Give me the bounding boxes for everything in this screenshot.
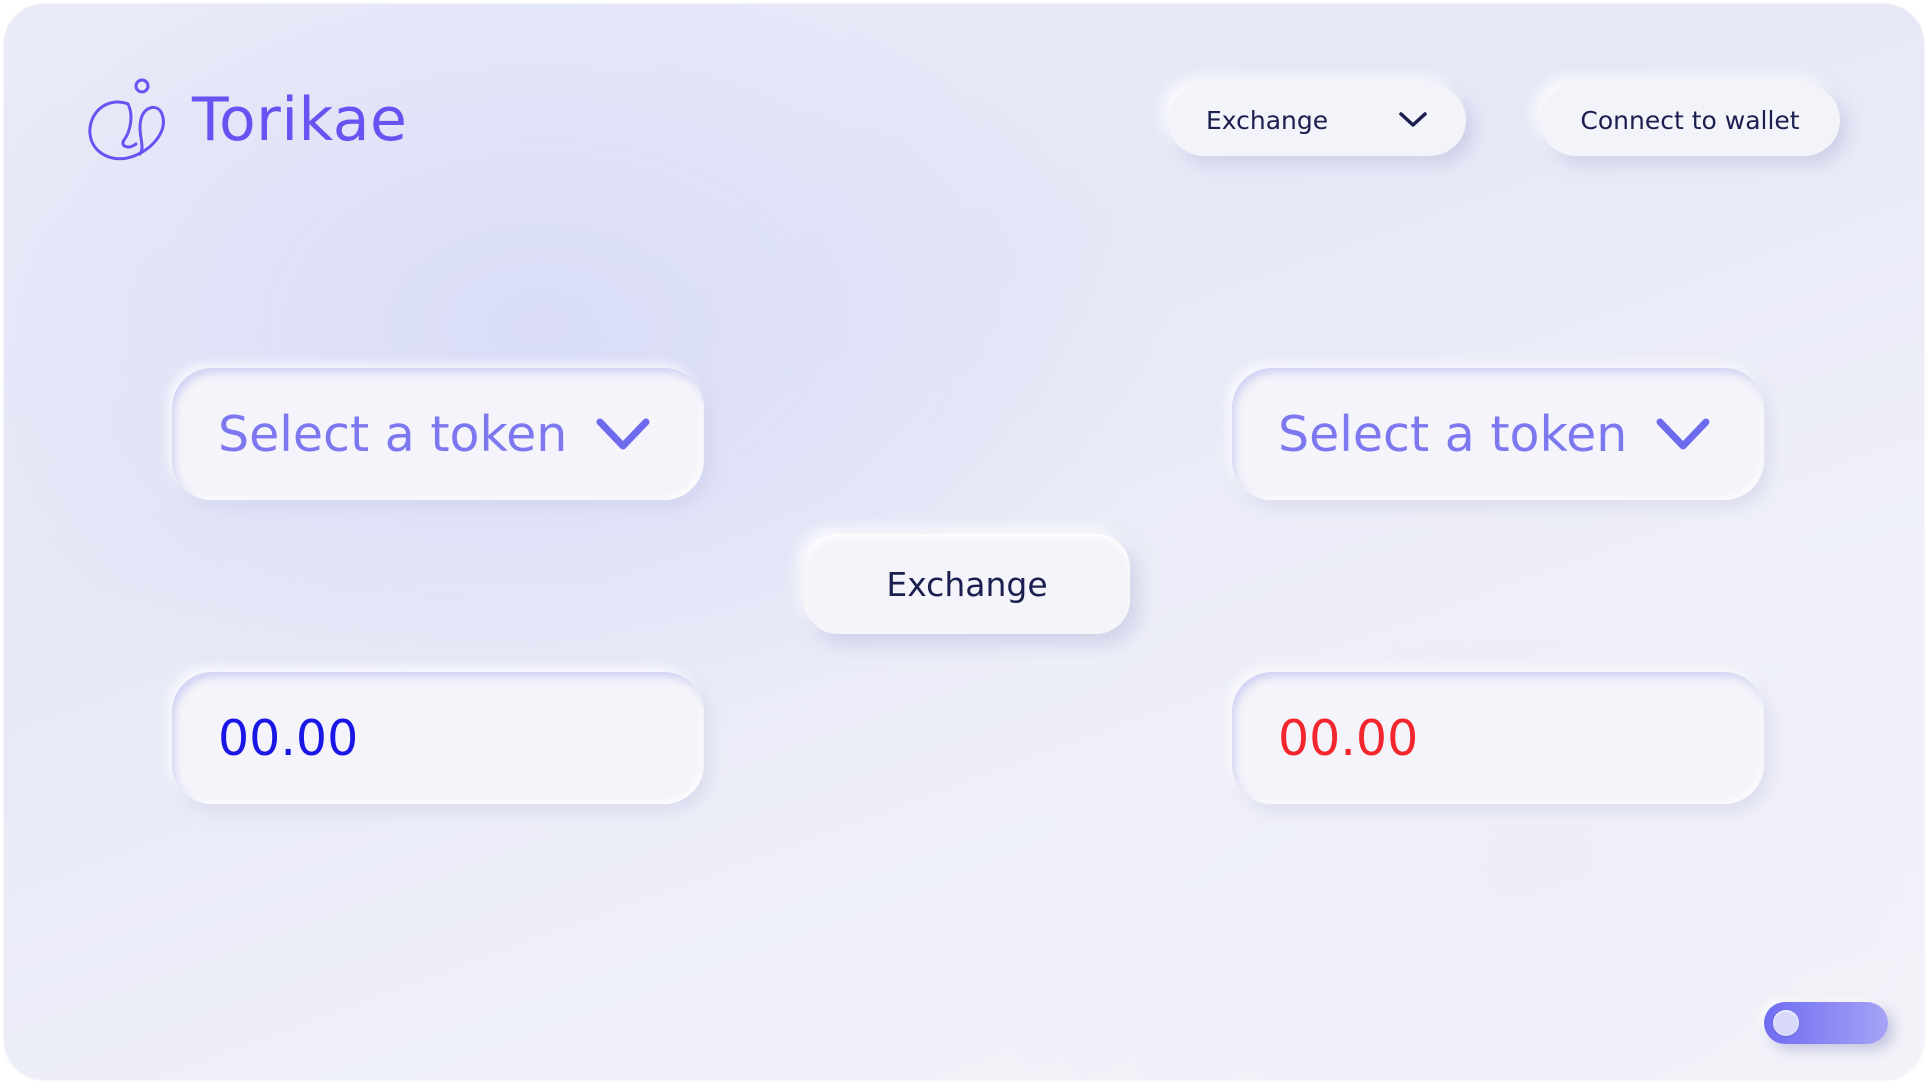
chevron-down-icon [1655,416,1711,452]
to-amount-input[interactable]: 00.00 [1232,672,1764,804]
connect-wallet-button[interactable]: Connect to wallet [1540,84,1840,156]
to-token-select[interactable]: Select a token [1232,368,1764,500]
torikae-logo-icon [84,76,172,164]
connect-wallet-label: Connect to wallet [1580,105,1800,135]
app-frame: Torikae Exchange Connect to wallet Selec… [4,4,1924,1080]
theme-toggle[interactable] [1764,1002,1888,1044]
from-amount-input[interactable]: 00.00 [172,672,704,804]
from-token-select[interactable]: Select a token [172,368,704,500]
toggle-knob[interactable] [1773,1010,1799,1036]
to-amount-value: 00.00 [1278,709,1419,767]
exchange-button[interactable]: Exchange [804,534,1130,634]
chevron-down-icon [595,416,651,452]
brand-logo[interactable]: Torikae [84,76,407,164]
from-token-placeholder: Select a token [218,405,568,463]
chevron-down-icon [1398,110,1428,130]
nav-dropdown[interactable]: Exchange [1168,84,1466,156]
to-token-placeholder: Select a token [1278,405,1628,463]
exchange-button-label: Exchange [886,564,1048,604]
nav-dropdown-label: Exchange [1206,105,1329,135]
brand-name: Torikae [192,85,408,155]
from-amount-value: 00.00 [218,709,359,767]
